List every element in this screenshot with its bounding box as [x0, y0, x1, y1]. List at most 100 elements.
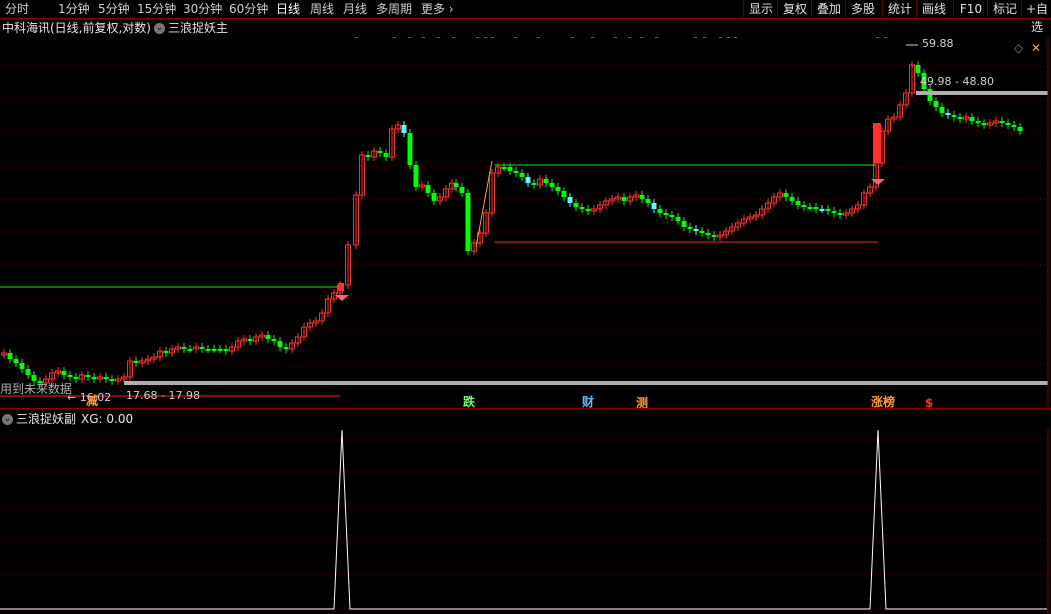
- tab-1min[interactable]: 1分钟: [58, 1, 90, 17]
- candle-body: [837, 213, 843, 215]
- magenta-dot: [537, 37, 540, 38]
- candle-body: [945, 113, 951, 115]
- candle-body: [981, 123, 987, 125]
- main-candlestick-chart[interactable]: 59.88 49.98 - 48.80 17.68 - 17.98 ← 16.0…: [0, 37, 1051, 408]
- marker-die: 跌: [463, 394, 476, 408]
- candle-body: [669, 215, 675, 217]
- chart-overlays: [0, 37, 1048, 397]
- xg-signal-line: [0, 429, 1047, 610]
- candle-body: [513, 171, 519, 173]
- dropdown-circle-icon[interactable]: ⌄: [154, 23, 165, 34]
- chart-info-line: 中科海讯(日线,前复权,对数) ⌄ 三浪捉妖主 ◇ ✕: [0, 19, 1051, 55]
- candle-body: [543, 179, 549, 183]
- marker-cai: 财: [581, 394, 594, 408]
- magenta-dot: [437, 37, 440, 38]
- candle-body: [657, 209, 663, 213]
- magenta-dot: [355, 37, 358, 38]
- candle-body: [465, 193, 471, 251]
- magenta-dot: [614, 37, 617, 38]
- candle-body: [425, 185, 431, 193]
- marker-dollar: $: [925, 396, 933, 408]
- signal-candle-red: [338, 283, 344, 291]
- chevron-right-icon: ›: [448, 2, 454, 16]
- candle-body: [585, 209, 591, 211]
- candle-body: [187, 349, 193, 351]
- magenta-dot: [876, 37, 879, 38]
- candle-body: [199, 347, 205, 349]
- candle-body: [573, 203, 579, 207]
- candle-body: [211, 349, 217, 351]
- signal-candle-red: [873, 123, 881, 163]
- magenta-dot: [734, 37, 737, 38]
- candle-body: [31, 375, 37, 381]
- candle-body: [549, 183, 555, 187]
- tab-15min[interactable]: 15分钟: [137, 1, 176, 17]
- tab-more[interactable]: 更多 ›: [421, 1, 454, 17]
- tab-分时[interactable]: 分时: [5, 1, 29, 17]
- sub-indicator-chart[interactable]: [0, 428, 1051, 614]
- candle-body: [825, 209, 831, 211]
- magenta-dot: [422, 37, 425, 38]
- candle-body: [413, 165, 419, 187]
- candle-body: [507, 167, 513, 171]
- f10-button[interactable]: F10: [953, 0, 988, 18]
- signal-diamond-icon: [335, 295, 349, 301]
- display-button[interactable]: 显示: [743, 0, 778, 18]
- tab-30min[interactable]: 30分钟: [183, 1, 222, 17]
- tab-daily[interactable]: 日线: [276, 1, 300, 17]
- candle-body: [459, 187, 465, 193]
- candle-body: [407, 133, 413, 165]
- adjust-button[interactable]: 复权: [777, 0, 812, 18]
- candle-body: [933, 101, 939, 107]
- tab-weekly[interactable]: 周线: [310, 1, 334, 17]
- sub-indicator-selector[interactable]: ⌄ 三浪捉妖副: [0, 409, 76, 429]
- period-toolbar: 分时 1分钟 5分钟 15分钟 30分钟 60分钟 日线 周线 月线 多周期 更…: [0, 0, 1051, 34]
- mark-button[interactable]: 标记: [987, 0, 1022, 18]
- candle-body: [813, 207, 819, 209]
- candle-body: [271, 339, 277, 341]
- candle-body: [453, 183, 459, 187]
- candle-body: [801, 205, 807, 207]
- overlay-button[interactable]: 叠加: [811, 0, 846, 18]
- range-label: 49.98 - 48.80: [920, 75, 994, 88]
- candle-body: [915, 65, 921, 73]
- candle-body: [181, 347, 187, 349]
- candle-body: [1017, 127, 1023, 131]
- dropdown-circle-icon[interactable]: ⌄: [2, 414, 13, 425]
- candle-body: [681, 221, 687, 227]
- tab-multi-period[interactable]: 多周期: [376, 1, 412, 17]
- magenta-dot: [452, 37, 455, 38]
- gray-level-bar-high: [916, 91, 1048, 95]
- tab-5min[interactable]: 5分钟: [98, 1, 130, 17]
- candle-body: [1005, 123, 1011, 125]
- draw-line-button[interactable]: 画线: [916, 0, 951, 18]
- gray-level-bar-low: [124, 381, 1048, 385]
- candle-body: [91, 377, 97, 379]
- statistics-button[interactable]: 统计: [882, 0, 917, 18]
- candle-body: [519, 173, 525, 177]
- candle-body: [831, 211, 837, 213]
- magenta-dot: [408, 37, 411, 38]
- candle-body: [377, 151, 383, 153]
- multi-stock-button[interactable]: 多股: [845, 0, 880, 18]
- candle-body: [807, 207, 813, 209]
- candle-body: [85, 375, 91, 377]
- magenta-dot: [640, 37, 643, 38]
- candle-body: [525, 177, 531, 183]
- candle-body: [561, 191, 567, 197]
- candle-body: [999, 121, 1005, 123]
- tab-60min[interactable]: 60分钟: [229, 1, 268, 17]
- indicator-selector[interactable]: ⌄ 三浪捉妖主: [152, 19, 228, 37]
- tab-monthly[interactable]: 月线: [343, 1, 367, 17]
- candle-body: [431, 193, 437, 201]
- add-favorite-button[interactable]: +自选: [1021, 0, 1051, 34]
- candle-body: [531, 183, 537, 185]
- candle-body: [621, 197, 627, 201]
- candle-body: [73, 377, 79, 379]
- candle-body: [639, 195, 645, 199]
- candle-body: [699, 231, 705, 233]
- candle-body: [705, 233, 711, 235]
- future-data-note: 用到未来数据: [0, 381, 72, 396]
- candle-body: [133, 361, 139, 363]
- magenta-dot: [727, 37, 730, 38]
